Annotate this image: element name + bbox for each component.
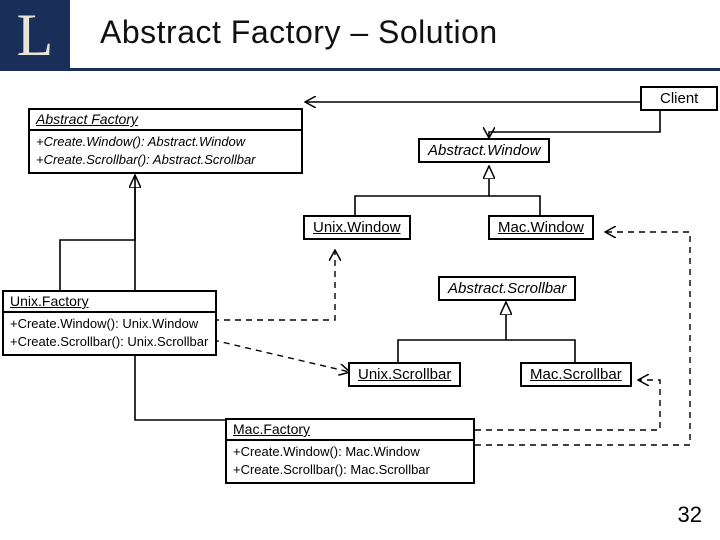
unix-factory-op2: +Create.Scrollbar(): Unix.Scrollbar [10, 333, 209, 351]
class-client: Client [640, 86, 718, 111]
mac-window-name: Mac.Window [498, 219, 584, 236]
class-client-name: Client [660, 90, 698, 107]
class-unix-factory: Unix.Factory +Create.Window(): Unix.Wind… [2, 290, 217, 356]
slide-title: Abstract Factory – Solution [100, 14, 498, 51]
unix-factory-name: Unix.Factory [4, 292, 215, 311]
page-number: 32 [678, 502, 702, 528]
mac-factory-name: Mac.Factory [227, 420, 473, 439]
class-unix-window: Unix.Window [303, 215, 411, 240]
abstract-window-name: Abstract.Window [428, 142, 540, 159]
class-abstract-scrollbar: Abstract.Scrollbar [438, 276, 576, 301]
abstract-factory-op1: +Create.Window(): Abstract.Window [36, 133, 295, 151]
class-unix-scrollbar: Unix.Scrollbar [348, 362, 461, 387]
unix-scrollbar-name: Unix.Scrollbar [358, 366, 451, 383]
class-mac-window: Mac.Window [488, 215, 594, 240]
title-underline [0, 68, 720, 71]
abstract-factory-name: Abstract Factory [30, 110, 301, 129]
mac-factory-op2: +Create.Scrollbar(): Mac.Scrollbar [233, 461, 467, 479]
unix-factory-op1: +Create.Window(): Unix.Window [10, 315, 209, 333]
logo-badge: L [0, 0, 70, 70]
class-mac-scrollbar: Mac.Scrollbar [520, 362, 632, 387]
abstract-scrollbar-name: Abstract.Scrollbar [448, 280, 566, 297]
abstract-factory-op2: +Create.Scrollbar(): Abstract.Scrollbar [36, 151, 295, 169]
class-abstract-factory: Abstract Factory +Create.Window(): Abstr… [28, 108, 303, 174]
class-mac-factory: Mac.Factory +Create.Window(): Mac.Window… [225, 418, 475, 484]
logo-glyph: L [17, 5, 54, 65]
mac-scrollbar-name: Mac.Scrollbar [530, 366, 622, 383]
unix-window-name: Unix.Window [313, 219, 401, 236]
mac-factory-op1: +Create.Window(): Mac.Window [233, 443, 467, 461]
class-abstract-window: Abstract.Window [418, 138, 550, 163]
